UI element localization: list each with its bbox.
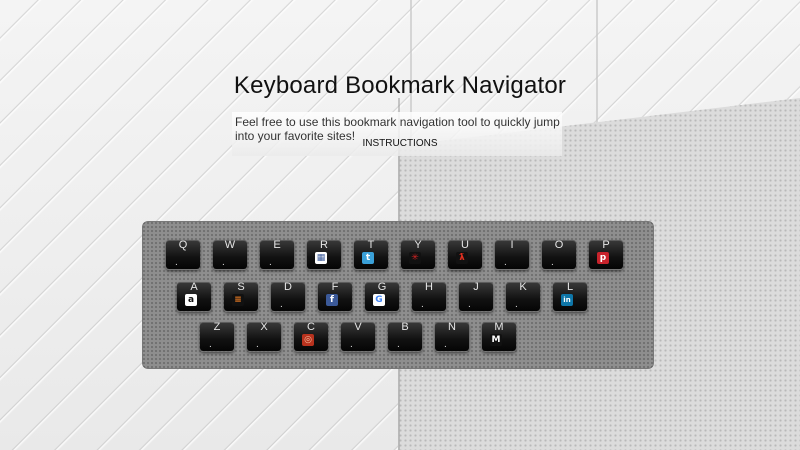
key-q[interactable]: Q. [166,239,200,269]
reddit-icon: ▦ [315,252,327,264]
key-letter: T [367,239,375,251]
key-dot: . [256,339,259,350]
amazon-icon: a [185,294,197,306]
pinterest-icon: p [597,252,609,264]
key-y[interactable]: Y ✳ [401,239,435,269]
key-letter: B [401,321,409,333]
instructions-link[interactable]: INSTRUCTIONS [0,138,800,149]
stack-overflow-icon: ≡ [232,294,244,306]
key-letter: K [519,281,527,293]
key-n[interactable]: N. [435,321,469,351]
key-letter: Y [414,239,422,251]
key-dot: . [551,257,554,268]
key-dot: . [468,299,471,310]
key-g[interactable]: GG [365,281,399,311]
key-letter: O [554,239,564,251]
key-letter: N [448,321,456,333]
key-letter: D [284,281,292,293]
key-dot: . [269,257,272,268]
key-letter: U [461,239,469,251]
key-letter: M [494,321,504,333]
key-letter: J [473,281,479,293]
key-dot: . [515,299,518,310]
key-letter: C [307,321,315,333]
key-e[interactable]: E. [260,239,294,269]
twitter-icon: t [362,252,374,264]
key-u[interactable]: Uƛ [448,239,482,269]
key-dot: . [397,339,400,350]
key-i[interactable]: I. [495,239,529,269]
key-letter: G [377,281,387,293]
key-dot: . [421,299,424,310]
key-dot: . [504,257,507,268]
key-x[interactable]: X. [247,321,281,351]
unknown-red-icon: ƛ [456,252,468,264]
key-p[interactable]: Pp [589,239,623,269]
key-j[interactable]: J. [459,281,493,311]
key-letter: E [273,239,281,251]
key-b[interactable]: B. [388,321,422,351]
yelp-icon: ✳ [409,252,421,264]
key-r[interactable]: R ▦ [307,239,341,269]
key-letter: V [354,321,362,333]
key-l[interactable]: Lin [553,281,587,311]
key-f[interactable]: Ff [318,281,352,311]
key-m[interactable]: MM [482,321,516,351]
key-h[interactable]: H. [412,281,446,311]
key-c[interactable]: C ◎ [294,321,328,351]
key-letter: A [190,281,198,293]
key-letter: F [331,281,339,293]
key-letter: S [237,281,245,293]
key-letter: X [260,321,268,333]
key-v[interactable]: V. [341,321,375,351]
google-icon: G [373,294,385,306]
key-w[interactable]: W. [213,239,247,269]
key-dot: . [444,339,447,350]
key-letter: W [224,239,236,251]
medium-icon: M [490,334,502,346]
key-dot: . [280,299,283,310]
key-letter: R [320,239,328,251]
key-o[interactable]: O. [542,239,576,269]
key-s[interactable]: S ≡ [224,281,258,311]
key-letter: L [566,281,574,293]
keyboard: Q. W. E. R ▦ Tt Y ✳ Uƛ I. O. Pp Aa S ≡ D. Ff G G H. J. K. Lin Z… [142,221,654,369]
key-dot: . [222,257,225,268]
key-dot: . [209,339,212,350]
facebook-icon: f [326,294,338,306]
page-title: Keyboard Bookmark Navigator [233,72,567,99]
key-letter: I [510,239,514,251]
linkedin-icon: in [561,294,573,306]
key-letter: Q [178,239,188,251]
key-a[interactable]: Aa [177,281,211,311]
c-red-icon: ◎ [302,334,314,346]
key-z[interactable]: Z. [200,321,234,351]
key-d[interactable]: D. [271,281,305,311]
key-dot: . [175,257,178,268]
key-letter: H [425,281,433,293]
key-k[interactable]: K. [506,281,540,311]
key-dot: . [350,339,353,350]
key-letter: P [602,239,610,251]
key-t[interactable]: Tt [354,239,388,269]
key-letter: Z [213,321,221,333]
